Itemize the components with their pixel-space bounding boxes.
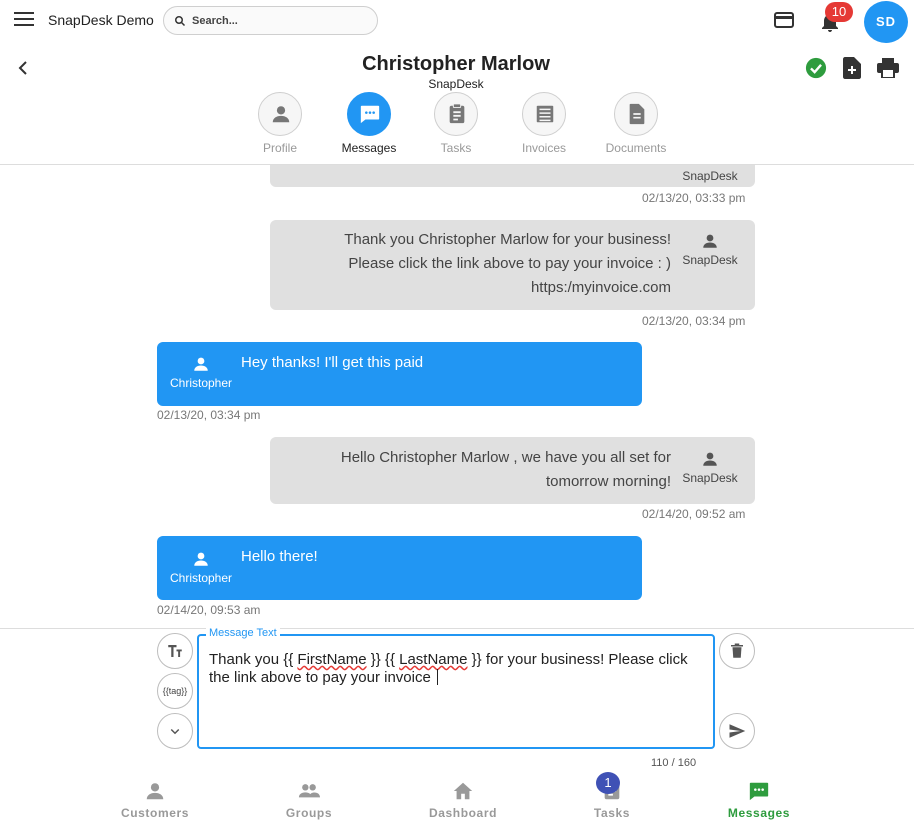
credit-card-icon[interactable] <box>774 12 794 28</box>
sender-label: SnapDesk <box>682 253 738 267</box>
send-icon <box>729 724 746 738</box>
message-timestamp: 02/14/20, 09:52 am <box>642 507 746 521</box>
message-timestamp: 02/13/20, 03:33 pm <box>642 191 746 205</box>
text-cursor <box>436 669 438 685</box>
verified-check-icon[interactable] <box>805 57 827 79</box>
nav-messages[interactable]: Messages <box>704 780 814 820</box>
tasks-count-badge: 1 <box>596 772 620 794</box>
tab-tasks[interactable]: Tasks <box>406 92 506 155</box>
message-timestamp: 02/13/20, 03:34 pm <box>642 314 746 328</box>
message-text: Hey thanks! I'll get this paid <box>241 354 424 371</box>
customer-name: Christopher Marlow <box>362 53 550 75</box>
message-thread[interactable]: SnapDesk 02/13/20, 03:33 pm Thank you Ch… <box>0 165 914 628</box>
group-icon <box>298 784 320 798</box>
message-text: Hello Christopher Marlow , we have you a… <box>340 449 671 490</box>
sender-label: Christopher <box>169 571 233 585</box>
chat-icon <box>360 105 380 124</box>
bottom-navigation: Customers Groups Dashboard Tasks Message… <box>0 772 914 827</box>
incoming-message: Christopher Hello there! <box>157 536 642 600</box>
trash-icon <box>731 643 743 658</box>
customer-company: SnapDesk <box>428 77 484 91</box>
insert-tag-button[interactable]: {{tag}} <box>157 673 193 709</box>
home-icon <box>453 782 473 800</box>
expand-button[interactable] <box>157 713 193 749</box>
sender-label: SnapDesk <box>682 471 738 485</box>
outgoing-message: Hello Christopher Marlow , we have you a… <box>270 437 755 504</box>
search-box[interactable] <box>163 6 378 35</box>
nav-dashboard[interactable]: Dashboard <box>408 780 518 820</box>
message-sender: Christopher <box>163 355 239 390</box>
send-button[interactable] <box>719 713 755 749</box>
message-text: Hello there! <box>241 548 318 565</box>
sender-label: Christopher <box>169 376 233 390</box>
message-text-label: Message Text <box>206 627 280 639</box>
top-app-bar: SnapDesk Demo 10 SD <box>0 0 914 43</box>
delete-message-button[interactable] <box>719 633 755 669</box>
incoming-message: Christopher Hey thanks! I'll get this pa… <box>157 342 642 406</box>
tab-documents[interactable]: Documents <box>586 92 686 155</box>
tab-messages[interactable]: Messages <box>319 92 419 155</box>
receipt-icon <box>536 105 554 123</box>
notification-count-badge: 10 <box>825 2 853 22</box>
tab-invoices[interactable]: Invoices <box>494 92 594 155</box>
new-document-icon[interactable] <box>843 57 861 79</box>
outgoing-message: SnapDesk <box>270 165 755 187</box>
clipboard-icon <box>449 103 465 124</box>
person-icon <box>703 452 717 466</box>
message-sender: SnapDesk <box>675 232 745 267</box>
sender-label: SnapDesk <box>682 169 738 183</box>
app-title: SnapDesk Demo <box>48 12 154 28</box>
hamburger-menu-icon[interactable] <box>14 12 34 28</box>
message-timestamp: 02/13/20, 03:34 pm <box>157 408 261 422</box>
character-counter: 110 / 160 <box>651 757 697 769</box>
tab-profile[interactable]: Profile <box>230 92 330 155</box>
nav-customers[interactable]: Customers <box>100 780 210 820</box>
message-sender: SnapDesk <box>675 450 745 485</box>
search-input[interactable] <box>192 12 362 30</box>
person-icon <box>146 783 164 800</box>
document-icon <box>629 103 645 125</box>
user-avatar[interactable]: SD <box>864 1 908 43</box>
chevron-down-icon <box>170 728 180 735</box>
text-fields-icon <box>168 645 182 657</box>
text-format-button[interactable] <box>157 633 193 669</box>
person-icon <box>703 234 717 248</box>
nav-groups[interactable]: Groups <box>254 780 364 820</box>
compose-divider <box>0 628 914 629</box>
print-icon[interactable] <box>877 58 899 78</box>
search-icon <box>175 16 186 27</box>
person-icon <box>194 552 208 566</box>
message-sender: Christopher <box>163 550 239 585</box>
message-text-input[interactable]: Thank you {{ FirstName }} {{ LastName }}… <box>209 651 704 687</box>
outgoing-message: Thank you Christopher Marlow for your bu… <box>270 220 755 310</box>
person-icon <box>194 357 208 371</box>
message-text: Thank you Christopher Marlow for your bu… <box>344 231 671 296</box>
person-icon <box>272 106 290 123</box>
message-timestamp: 02/14/20, 09:53 am <box>157 603 261 617</box>
chat-icon <box>749 782 769 801</box>
